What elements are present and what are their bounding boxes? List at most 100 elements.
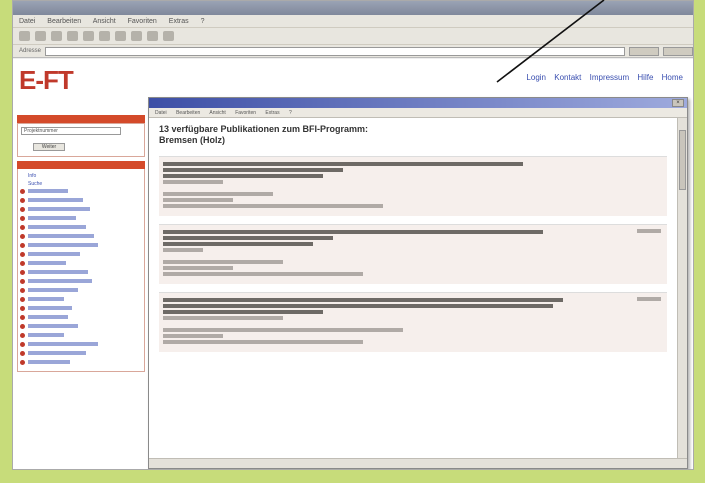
sidebar-program-label	[28, 216, 76, 220]
menu-item[interactable]: Bearbeiten	[47, 18, 81, 25]
search-button[interactable]: Weiter	[33, 143, 65, 151]
sidebar-link-search[interactable]: Suche	[20, 180, 142, 188]
bullet-icon	[20, 198, 25, 203]
horizontal-scrollbar[interactable]	[149, 458, 687, 468]
mail-icon[interactable]	[147, 31, 158, 41]
popup-titlebar	[149, 98, 687, 108]
publication-detail-line	[163, 328, 403, 332]
sidebar-program-label	[28, 306, 72, 310]
menu-item[interactable]: Favoriten	[128, 18, 157, 25]
publication-detail-line	[163, 198, 233, 202]
forward-icon[interactable]	[35, 31, 46, 41]
site-logo[interactable]: E-FT	[19, 65, 154, 99]
bullet-icon	[20, 189, 25, 194]
sidebar-program-label	[28, 243, 98, 247]
bullet-icon	[20, 360, 25, 365]
browser-toolbar	[13, 28, 693, 45]
sidebar-program-item[interactable]	[20, 188, 142, 194]
stop-icon[interactable]	[51, 31, 62, 41]
sidebar-program-item[interactable]	[20, 242, 142, 248]
sidebar-program-item[interactable]	[20, 197, 142, 203]
bullet-icon	[20, 252, 25, 257]
top-link-home[interactable]: Home	[662, 73, 683, 82]
sidebar-program-item[interactable]	[20, 224, 142, 230]
refresh-icon[interactable]	[67, 31, 78, 41]
sidebar-program-item[interactable]	[20, 278, 142, 284]
history-icon[interactable]	[131, 31, 142, 41]
menu-item[interactable]: Extras	[169, 18, 189, 25]
publication-detail-line	[163, 340, 363, 344]
sidebar-program-item[interactable]	[20, 350, 142, 356]
sidebar-program-item[interactable]	[20, 332, 142, 338]
publication-meta	[637, 229, 661, 233]
menu-item[interactable]: Datei	[19, 18, 35, 25]
publication-detail-line	[163, 204, 383, 208]
popup-menubar: Datei Bearbeiten Ansicht Favoriten Extra…	[149, 108, 687, 118]
back-icon[interactable]	[19, 31, 30, 41]
print-icon[interactable]	[163, 31, 174, 41]
sidebar-program-label	[28, 189, 68, 193]
sidebar-program-item[interactable]	[20, 287, 142, 293]
sidebar-program-item[interactable]	[20, 215, 142, 221]
top-link-imprint[interactable]: Impressum	[590, 73, 630, 82]
sidebar-program-item[interactable]	[20, 269, 142, 275]
favorites-icon[interactable]	[115, 31, 126, 41]
popup-menu-item[interactable]: ?	[289, 110, 292, 116]
popup-menu-item[interactable]: Bearbeiten	[176, 110, 200, 116]
bullet-icon	[20, 306, 25, 311]
bullet-icon	[20, 261, 25, 266]
popup-menu-item[interactable]: Ansicht	[209, 110, 225, 116]
links-button[interactable]	[663, 46, 693, 56]
publication-title-line	[163, 162, 523, 166]
menu-item[interactable]: Ansicht	[93, 18, 116, 25]
sidebar-program-item[interactable]	[20, 323, 142, 329]
publication-entry[interactable]	[159, 156, 667, 216]
sidebar-program-item[interactable]	[20, 251, 142, 257]
home-icon[interactable]	[83, 31, 94, 41]
scrollbar-thumb[interactable]	[679, 130, 686, 190]
sidebar-program-item[interactable]	[20, 314, 142, 320]
logo-text: E-FT	[19, 65, 74, 95]
sidebar-program-item[interactable]	[20, 260, 142, 266]
publication-meta	[637, 297, 661, 301]
publication-title-line	[163, 242, 313, 246]
go-button[interactable]	[629, 46, 659, 56]
close-icon[interactable]: ×	[672, 99, 684, 107]
publication-entry[interactable]	[159, 224, 667, 284]
publication-title-line	[163, 174, 323, 178]
sidebar-program-item[interactable]	[20, 341, 142, 347]
sidebar-program-item[interactable]	[20, 233, 142, 239]
sidebar-program-item[interactable]	[20, 206, 142, 212]
sidebar-program-label	[28, 234, 94, 238]
popup-menu-item[interactable]: Datei	[155, 110, 167, 116]
sidebar-program-item[interactable]	[20, 359, 142, 365]
search-type-select[interactable]: Projektnummer	[21, 127, 121, 135]
publication-title-line	[163, 310, 323, 314]
publication-title-line	[163, 168, 343, 172]
popup-content: 13 verfügbare Publikationen zum BFI-Prog…	[149, 118, 677, 458]
sidebar-program-label	[28, 333, 64, 337]
popup-menu-item[interactable]: Favoriten	[235, 110, 256, 116]
top-link-login[interactable]: Login	[526, 73, 546, 82]
sidebar-search-header	[17, 115, 145, 123]
sidebar-program-label	[28, 288, 78, 292]
menu-item[interactable]: ?	[201, 18, 205, 25]
popup-menu-item[interactable]: Extras	[265, 110, 279, 116]
sidebar-link-info[interactable]: Info	[20, 172, 142, 180]
bullet-icon	[20, 333, 25, 338]
address-input[interactable]	[45, 46, 625, 56]
publications-popup-window: × Datei Bearbeiten Ansicht Favoriten Ext…	[148, 97, 688, 469]
sidebar-program-item[interactable]	[20, 305, 142, 311]
publications-heading-line2: Bremsen (Holz)	[159, 135, 226, 145]
sidebar-program-item[interactable]	[20, 296, 142, 302]
publications-heading-line1: 13 verfügbare Publikationen zum BFI-Prog…	[159, 124, 369, 134]
top-link-help[interactable]: Hilfe	[637, 73, 653, 82]
entry-spacer	[163, 322, 663, 327]
publication-entry[interactable]	[159, 292, 667, 352]
vertical-scrollbar[interactable]	[677, 118, 687, 458]
entry-spacer	[163, 254, 663, 259]
publication-detail-line	[163, 248, 203, 252]
publication-title-line	[163, 230, 543, 234]
top-link-contact[interactable]: Kontakt	[554, 73, 581, 82]
search-icon[interactable]	[99, 31, 110, 41]
